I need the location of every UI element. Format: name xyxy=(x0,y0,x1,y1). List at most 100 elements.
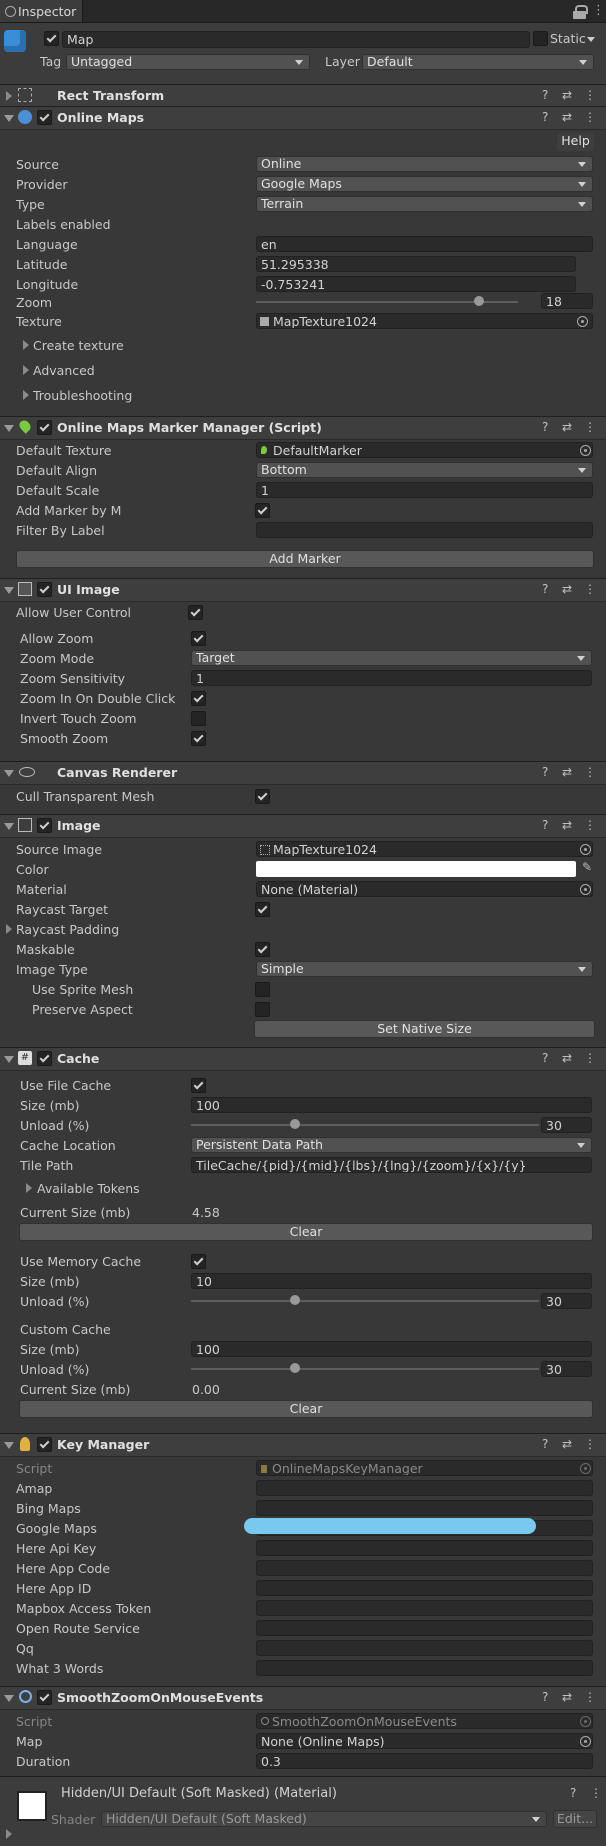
troubleshooting-foldout[interactable]: Troubleshooting xyxy=(33,388,132,403)
eyedropper-icon[interactable]: ✎ xyxy=(582,860,592,874)
image-type-dropdown[interactable]: Simple xyxy=(256,961,593,977)
foldout-arrow[interactable] xyxy=(4,770,14,777)
shader-dropdown[interactable]: Hidden/UI Default (Soft Masked) xyxy=(101,1811,547,1827)
preset-icon[interactable]: ⇄ xyxy=(562,765,572,779)
smooth-zoom-checkbox[interactable] xyxy=(191,731,206,746)
key-input[interactable] xyxy=(256,1660,593,1676)
default-texture-field[interactable]: DefaultMarker xyxy=(256,442,593,458)
help-button[interactable]: Help xyxy=(557,133,594,151)
add-marker-button[interactable]: Add Marker xyxy=(16,550,594,568)
help-icon[interactable]: ? xyxy=(570,1786,576,1800)
menu-icon[interactable]: ⋮ xyxy=(584,420,596,434)
object-picker-icon[interactable] xyxy=(580,844,591,855)
use-file-cache-checkbox[interactable] xyxy=(191,1078,206,1093)
menu-icon[interactable]: ⋮ xyxy=(584,110,596,124)
default-scale-input[interactable]: 1 xyxy=(256,482,593,498)
enabled-checkbox[interactable] xyxy=(37,818,52,833)
menu-icon[interactable]: ⋮ xyxy=(584,1051,596,1065)
source-image-field[interactable]: MapTexture1024 xyxy=(256,841,593,857)
available-tokens-foldout[interactable]: Available Tokens xyxy=(37,1181,140,1196)
menu-icon[interactable]: ⋮ xyxy=(584,765,596,779)
available-tokens-foldout-icon[interactable] xyxy=(26,1183,32,1193)
raycast-target-checkbox[interactable] xyxy=(255,902,270,917)
object-picker-icon[interactable] xyxy=(580,884,591,895)
memory-size-input[interactable]: 10 xyxy=(191,1273,592,1289)
texture-field[interactable]: MapTexture1024 xyxy=(256,313,593,329)
menu-icon[interactable]: ⋮ xyxy=(584,1690,596,1704)
help-icon[interactable]: ? xyxy=(542,88,548,102)
preset-icon[interactable]: ⇄ xyxy=(562,88,572,102)
invert-touch-zoom-checkbox[interactable] xyxy=(191,711,206,726)
enabled-checkbox[interactable] xyxy=(37,582,52,597)
preset-icon[interactable]: ⇄ xyxy=(562,110,572,124)
custom-unload-input[interactable]: 30 xyxy=(541,1361,592,1377)
foldout-arrow[interactable] xyxy=(4,1442,14,1449)
source-dropdown[interactable]: Online xyxy=(256,156,593,172)
preset-icon[interactable]: ⇄ xyxy=(562,1051,572,1065)
file-unload-slider-knob[interactable] xyxy=(290,1119,301,1129)
key-input[interactable] xyxy=(256,1620,593,1636)
zoom-mode-dropdown[interactable]: Target xyxy=(191,650,592,666)
menu-icon[interactable]: ⋮ xyxy=(584,88,596,102)
help-icon[interactable]: ? xyxy=(542,582,548,596)
clear-custom-cache-button[interactable]: Clear xyxy=(19,1400,593,1418)
language-input[interactable]: en xyxy=(256,236,593,252)
ui-image-header[interactable]: UI Image ? ⇄ ⋮ xyxy=(0,578,606,602)
help-icon[interactable]: ? xyxy=(542,1051,548,1065)
menu-icon[interactable]: ⋮ xyxy=(584,1437,596,1451)
key-input[interactable] xyxy=(256,1560,593,1576)
advanced-foldout-icon[interactable] xyxy=(23,365,29,375)
zoom-input[interactable]: 18 xyxy=(541,293,593,309)
help-icon[interactable]: ? xyxy=(542,765,548,779)
foldout-arrow[interactable] xyxy=(4,587,14,594)
map-field[interactable]: None (Online Maps) xyxy=(256,1733,593,1749)
tile-path-input[interactable]: TileCache/{pid}/{mid}/{lbs}/{lng}/{zoom}… xyxy=(191,1157,592,1173)
marker-manager-header[interactable]: Online Maps Marker Manager (Script) ? ⇄ ⋮ xyxy=(0,416,606,440)
preserve-aspect-checkbox[interactable] xyxy=(255,1002,270,1017)
help-icon[interactable]: ? xyxy=(542,1437,548,1451)
menu-icon[interactable]: ⋮ xyxy=(584,818,596,832)
tag-dropdown[interactable]: Untagged xyxy=(66,54,310,70)
create-texture-foldout[interactable]: Create texture xyxy=(33,338,124,353)
object-picker-icon[interactable] xyxy=(577,316,588,327)
provider-dropdown[interactable]: Google Maps xyxy=(256,176,593,192)
zoom-sensitivity-input[interactable]: 1 xyxy=(191,670,592,686)
add-marker-by-m-checkbox[interactable] xyxy=(255,503,270,518)
material-field[interactable]: None (Material) xyxy=(256,881,593,897)
default-align-dropdown[interactable]: Bottom xyxy=(256,462,593,478)
menu-icon[interactable]: ⋮ xyxy=(590,1786,602,1800)
custom-size-input[interactable]: 100 xyxy=(191,1341,592,1357)
rect-transform-header[interactable]: Rect Transform ? ⇄ ⋮ xyxy=(0,84,606,108)
enabled-checkbox[interactable] xyxy=(37,110,52,125)
color-swatch[interactable] xyxy=(256,861,576,877)
custom-unload-slider-track[interactable] xyxy=(191,1368,539,1370)
use-sprite-mesh-checkbox[interactable] xyxy=(255,982,270,997)
static-dropdown-arrow[interactable] xyxy=(587,37,595,42)
foldout-arrow[interactable] xyxy=(6,91,12,101)
use-memory-cache-checkbox[interactable] xyxy=(191,1254,206,1269)
canvas-renderer-header[interactable]: Canvas Renderer ? ⇄ ⋮ xyxy=(0,761,606,785)
key-input[interactable] xyxy=(256,1540,593,1556)
cull-transparent-mesh-checkbox[interactable] xyxy=(255,789,270,804)
raycast-padding-foldout[interactable]: Raycast Padding xyxy=(16,922,119,937)
help-icon[interactable]: ? xyxy=(542,110,548,124)
preset-icon[interactable]: ⇄ xyxy=(562,818,572,832)
raycast-padding-foldout-icon[interactable] xyxy=(6,924,12,934)
enabled-checkbox[interactable] xyxy=(37,1437,52,1452)
cache-location-dropdown[interactable]: Persistent Data Path xyxy=(191,1137,592,1153)
active-checkbox[interactable] xyxy=(44,31,59,46)
latitude-input[interactable]: 51.295338 xyxy=(256,256,576,272)
static-label[interactable]: Static xyxy=(550,31,586,46)
enabled-checkbox[interactable] xyxy=(37,420,52,435)
layer-dropdown[interactable]: Default xyxy=(362,54,594,70)
clear-file-cache-button[interactable]: Clear xyxy=(19,1223,593,1241)
image-header[interactable]: Image ? ⇄ ⋮ xyxy=(0,814,606,838)
menu-icon[interactable]: ⋮ xyxy=(592,3,605,18)
help-icon[interactable]: ? xyxy=(542,818,548,832)
menu-icon[interactable]: ⋮ xyxy=(584,582,596,596)
preset-icon[interactable]: ⇄ xyxy=(562,420,572,434)
advanced-foldout[interactable]: Advanced xyxy=(33,363,95,378)
preset-icon[interactable]: ⇄ xyxy=(562,1690,572,1704)
foldout-arrow[interactable] xyxy=(4,823,14,830)
key-input[interactable] xyxy=(256,1600,593,1616)
